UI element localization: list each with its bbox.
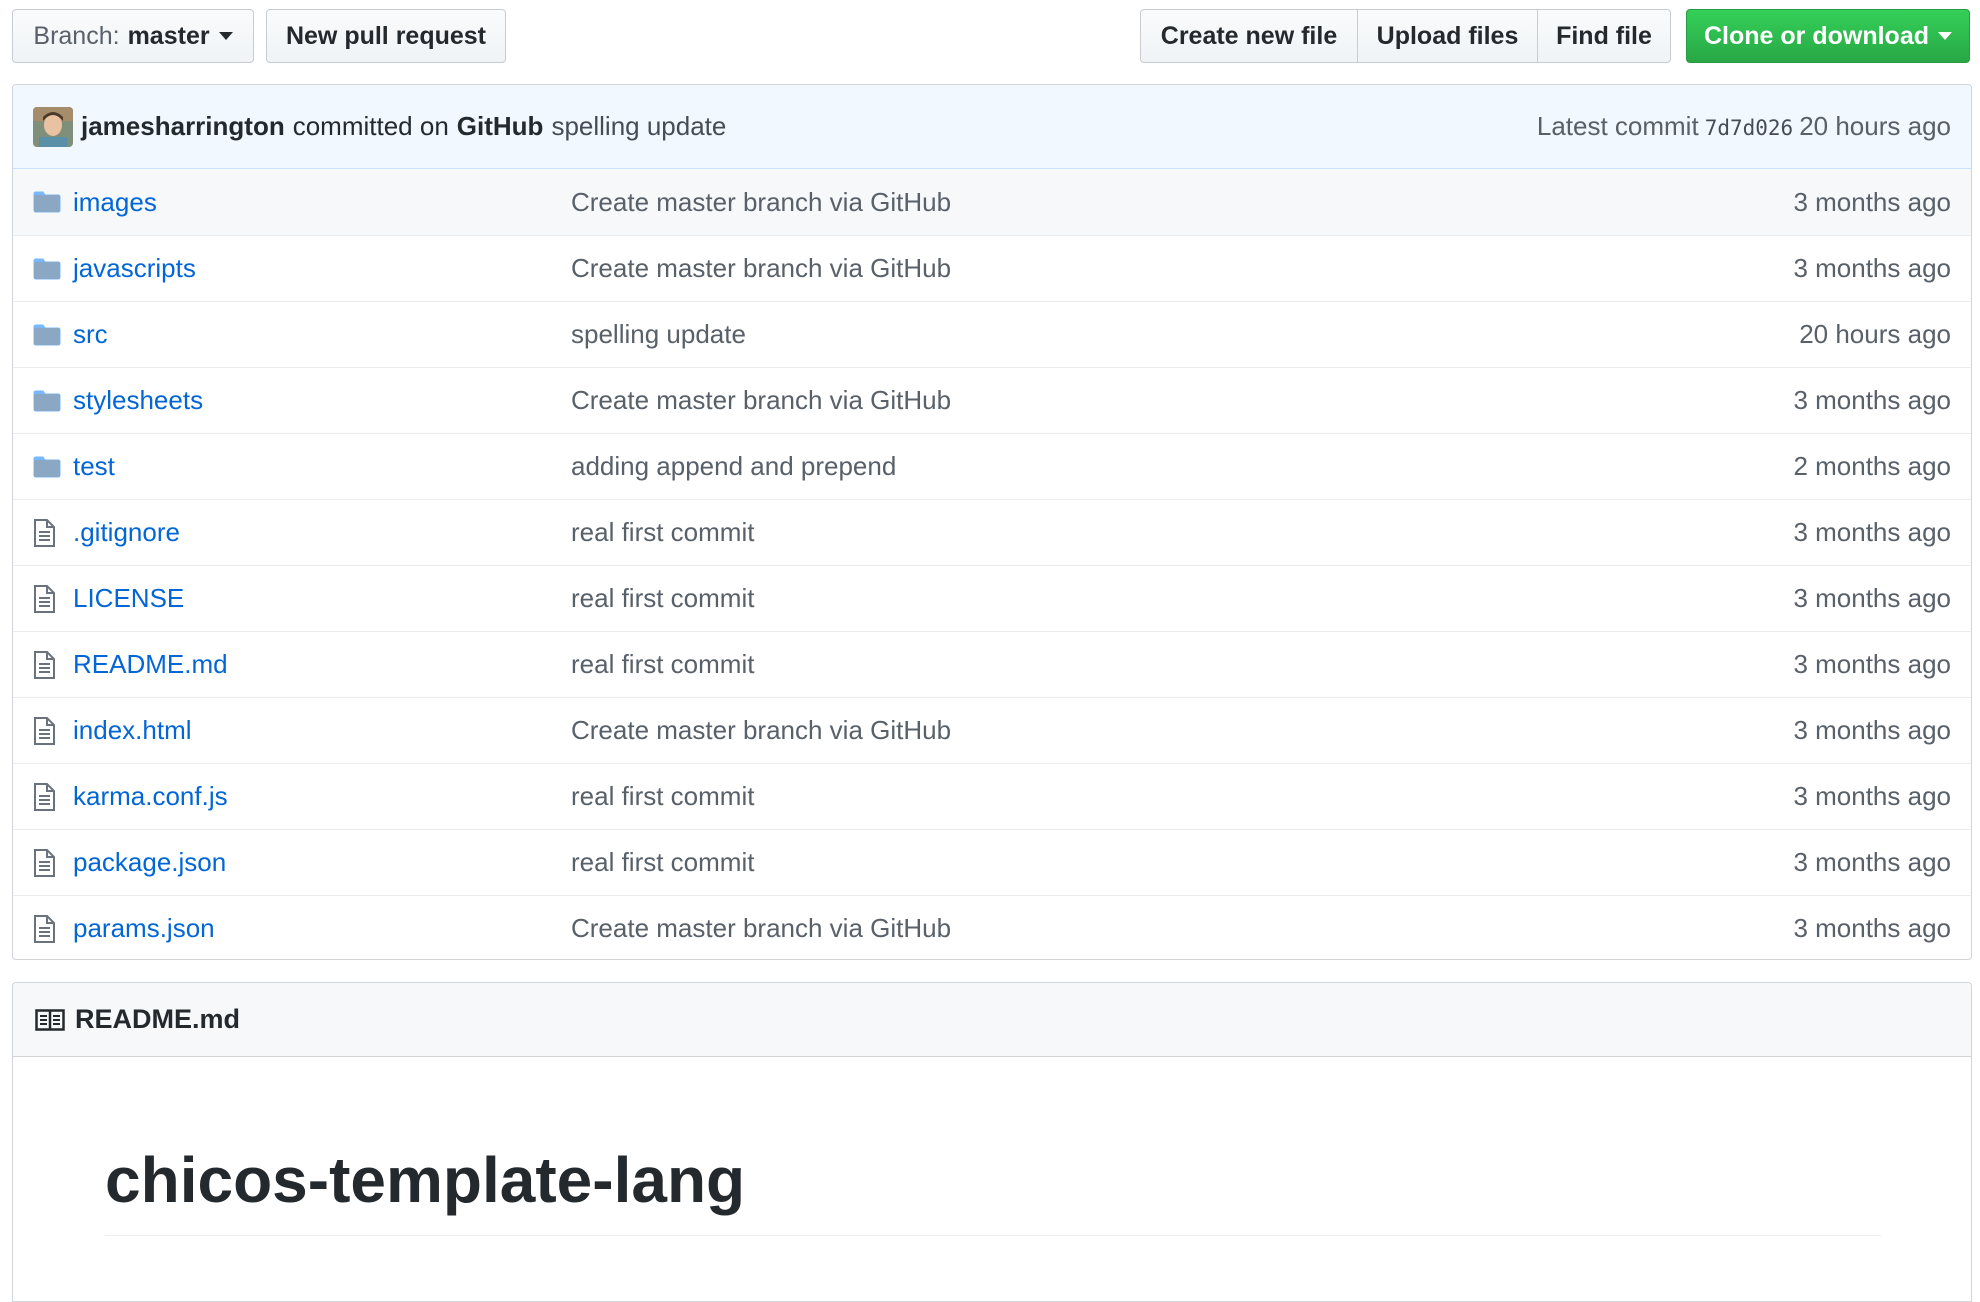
file-commit-message[interactable]: spelling update — [571, 319, 1799, 350]
commit-message[interactable]: spelling update — [551, 111, 726, 142]
file-actions-group: Create new file Upload files Find file — [1140, 9, 1671, 63]
file-name-link[interactable]: README.md — [73, 649, 571, 680]
readme-header: README.md — [13, 983, 1971, 1057]
latest-commit-label: Latest commit — [1536, 111, 1699, 141]
commit-age: 20 hours ago — [1799, 111, 1951, 141]
latest-commit-bar: jamesharrington committed on GitHub spel… — [13, 85, 1971, 169]
file-name-link[interactable]: index.html — [73, 715, 571, 746]
file-commit-message[interactable]: real first commit — [571, 781, 1793, 812]
file-commit-message[interactable]: Create master branch via GitHub — [571, 187, 1793, 218]
file-row: params.json Create master branch via GitH… — [13, 895, 1971, 959]
find-file-button[interactable]: Find file — [1537, 9, 1671, 63]
file-name-link[interactable]: test — [73, 451, 571, 482]
file-row: index.html Create master branch via GitHu… — [13, 697, 1971, 763]
file-commit-age: 3 months ago — [1793, 186, 1951, 217]
committed-on-text: committed on — [292, 111, 449, 141]
file-icon — [33, 716, 65, 745]
latest-commit-info: Latest commit 7d7d026 20 hours ago — [1537, 111, 1951, 142]
file-commit-age: 3 months ago — [1793, 715, 1951, 745]
file-name-link[interactable]: src — [73, 319, 571, 350]
file-row: README.md real first commit 3 months ago — [13, 631, 1971, 697]
readme-panel: README.md chicos-template-lang — [12, 982, 1972, 1302]
folder-icon — [33, 258, 65, 280]
file-commit-message[interactable]: real first commit — [571, 583, 1793, 614]
file-row: images Create master branch via GitHub 3 m… — [13, 169, 1971, 235]
file-commit-message[interactable]: adding append and prepend — [571, 451, 1793, 482]
commit-platform: GitHub — [456, 111, 544, 141]
file-listing: jamesharrington committed on GitHub spel… — [12, 84, 1972, 960]
new-pull-request-button[interactable]: New pull request — [266, 9, 506, 63]
file-name-link[interactable]: package.json — [73, 847, 571, 878]
file-commit-message[interactable]: Create master branch via GitHub — [571, 253, 1793, 284]
file-icon — [33, 584, 65, 613]
file-icon — [33, 650, 65, 679]
file-commit-message[interactable]: real first commit — [571, 847, 1793, 878]
file-name-link[interactable]: .gitignore — [73, 517, 571, 548]
file-commit-age: 3 months ago — [1793, 385, 1951, 415]
file-commit-age: 3 months ago — [1793, 913, 1951, 943]
file-row: LICENSE real first commit 3 months ago — [13, 565, 1971, 631]
branch-prefix: Branch: — [33, 21, 120, 50]
file-row: stylesheets Create master branch via GitH… — [13, 367, 1971, 433]
file-icon — [33, 782, 65, 811]
avatar[interactable] — [33, 106, 73, 147]
file-commit-message[interactable]: real first commit — [571, 517, 1793, 548]
file-row: karma.conf.js real first commit 3 months a… — [13, 763, 1971, 829]
file-name-link[interactable]: javascripts — [73, 253, 571, 284]
create-new-file-button[interactable]: Create new file — [1140, 9, 1358, 63]
file-commit-message[interactable]: Create master branch via GitHub — [571, 715, 1793, 746]
clone-or-download-button[interactable]: Clone or download — [1686, 9, 1970, 63]
file-row: package.json real first commit 3 months ag… — [13, 829, 1971, 895]
file-commit-age: 3 months ago — [1793, 847, 1951, 877]
upload-files-button[interactable]: Upload files — [1356, 9, 1539, 63]
readme-heading: chicos-template-lang — [105, 1143, 1881, 1236]
file-name-link[interactable]: karma.conf.js — [73, 781, 571, 812]
file-row: .gitignore real first commit 3 months ago — [13, 499, 1971, 565]
file-commit-age: 2 months ago — [1793, 451, 1951, 481]
folder-icon — [33, 390, 65, 412]
branch-name: master — [127, 21, 210, 50]
chevron-down-icon — [1938, 32, 1952, 40]
file-commit-message[interactable]: Create master branch via GitHub — [571, 913, 1793, 944]
file-navigation-toolbar: Branch: master New pull request Create n… — [0, 0, 1980, 70]
file-icon — [33, 518, 65, 547]
file-commit-age: 3 months ago — [1793, 253, 1951, 283]
file-icon — [33, 848, 65, 877]
folder-icon — [33, 324, 65, 346]
branch-select-button[interactable]: Branch: master — [12, 9, 254, 63]
file-name-link[interactable]: params.json — [73, 913, 571, 944]
file-row: test adding append and prepend 2 months ag… — [13, 433, 1971, 499]
file-row: src spelling update 20 hours ago — [13, 301, 1971, 367]
book-icon — [35, 1008, 65, 1031]
file-name-link[interactable]: images — [73, 187, 571, 218]
file-commit-age: 3 months ago — [1793, 517, 1951, 547]
commit-sha[interactable]: 7d7d026 — [1705, 116, 1794, 140]
file-icon — [33, 914, 65, 943]
readme-filename: README.md — [75, 1004, 241, 1034]
file-rows: images Create master branch via GitHub 3 m… — [13, 169, 1971, 959]
folder-icon — [33, 456, 65, 478]
file-commit-age: 20 hours ago — [1799, 319, 1951, 349]
clone-or-download-label: Clone or download — [1704, 21, 1929, 50]
file-row: javascripts Create master branch via GitH… — [13, 235, 1971, 301]
file-name-link[interactable]: stylesheets — [73, 385, 571, 416]
file-commit-age: 3 months ago — [1793, 649, 1951, 679]
chevron-down-icon — [218, 32, 233, 40]
file-commit-age: 3 months ago — [1793, 583, 1951, 613]
file-commit-message[interactable]: Create master branch via GitHub — [571, 385, 1793, 416]
folder-icon — [33, 191, 65, 213]
file-commit-message[interactable]: real first commit — [571, 649, 1793, 680]
file-name-link[interactable]: LICENSE — [73, 583, 571, 614]
commit-author[interactable]: jamesharrington — [81, 111, 285, 142]
file-commit-age: 3 months ago — [1793, 781, 1951, 811]
